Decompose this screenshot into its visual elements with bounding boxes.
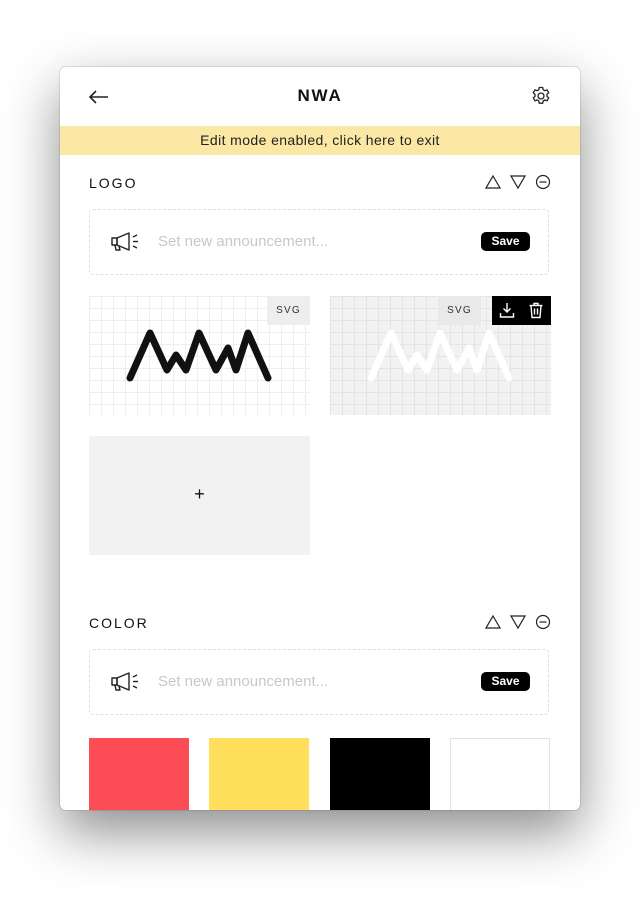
header: NWA — [60, 67, 580, 126]
color-move-down-button[interactable] — [509, 614, 527, 630]
logo-move-down-button[interactable] — [509, 174, 527, 190]
triangle-up-icon — [484, 614, 502, 629]
logo-asset-card-white[interactable]: SVG — [330, 296, 551, 415]
plus-icon: + — [194, 484, 205, 504]
megaphone-icon — [110, 671, 142, 693]
edit-mode-banner[interactable]: Edit mode enabled, click here to exit — [60, 126, 580, 155]
triangle-down-icon — [509, 175, 527, 190]
trash-icon — [529, 302, 543, 319]
section-title-logo: LOGO — [89, 175, 138, 191]
color-swatch-white[interactable] — [450, 738, 550, 810]
asset-action-bar — [492, 296, 551, 325]
color-remove-button[interactable] — [535, 614, 551, 630]
minus-circle-icon — [535, 174, 551, 190]
format-badge: SVG — [438, 296, 481, 325]
megaphone-icon — [110, 231, 142, 253]
nwa-logo-white — [367, 329, 513, 382]
logo-asset-card-black[interactable]: SVG — [89, 296, 310, 415]
minus-circle-icon — [535, 614, 551, 630]
delete-button[interactable] — [528, 302, 544, 319]
logo-remove-button[interactable] — [535, 174, 551, 190]
page-title: NWA — [297, 86, 343, 105]
color-swatch-yellow[interactable] — [209, 738, 309, 810]
logo-announcement-box: Save — [89, 209, 549, 275]
color-move-up-button[interactable] — [484, 614, 502, 630]
gear-icon — [532, 86, 550, 104]
color-announcement-box: Save — [89, 649, 549, 715]
color-swatch-black[interactable] — [330, 738, 430, 810]
color-swatch-red[interactable] — [89, 738, 189, 810]
download-icon — [499, 303, 515, 318]
add-asset-button[interactable]: + — [89, 436, 310, 555]
triangle-up-icon — [484, 174, 502, 189]
color-save-button[interactable]: Save — [481, 672, 530, 691]
logo-save-button[interactable]: Save — [481, 232, 530, 251]
nwa-logo-black — [126, 329, 272, 382]
format-badge: SVG — [267, 296, 310, 325]
app-window: NWA Edit mode enabled, click here to exi… — [60, 67, 580, 810]
triangle-down-icon — [509, 615, 527, 630]
color-announcement-input[interactable] — [158, 668, 458, 694]
section-title-color: COLOR — [89, 615, 149, 631]
logo-move-up-button[interactable] — [484, 174, 502, 190]
logo-announcement-input[interactable] — [158, 228, 458, 254]
settings-button[interactable] — [530, 85, 552, 107]
download-button[interactable] — [499, 302, 515, 319]
